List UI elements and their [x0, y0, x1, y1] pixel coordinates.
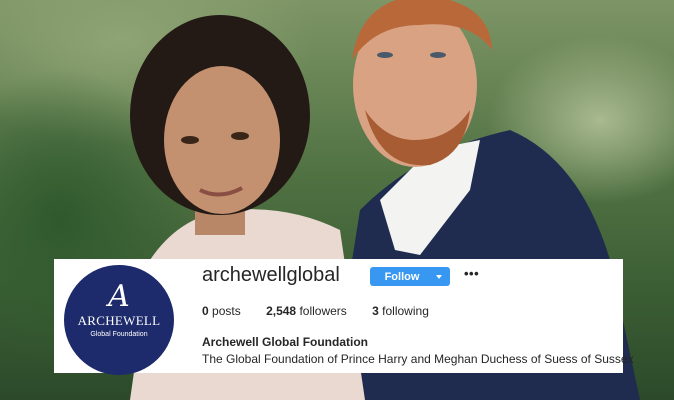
following-count: 3: [372, 304, 379, 318]
followers-count: 2,548: [266, 304, 297, 318]
profile-bio: The Global Foundation of Prince Harry an…: [202, 352, 634, 366]
profile-display-name: Archewell Global Foundation: [202, 335, 369, 349]
following-stat[interactable]: 3 following: [372, 304, 429, 318]
archewell-logo-subtitle: Global Foundation: [90, 331, 148, 338]
profile-username: archewellglobal: [202, 264, 340, 286]
archewell-logo-mark: A: [108, 279, 130, 314]
suggestions-dropdown-button[interactable]: [428, 267, 450, 286]
archewell-logo-name: ARCHEWELL: [77, 313, 161, 328]
more-options-icon[interactable]: •••: [464, 266, 479, 281]
following-label: following: [382, 304, 429, 318]
followers-stat[interactable]: 2,548 followers: [266, 304, 347, 318]
posts-count: 0: [202, 304, 209, 318]
follow-button[interactable]: Follow: [370, 267, 434, 286]
posts-stat[interactable]: 0 posts: [202, 304, 241, 318]
instagram-profile-card: A ARCHEWELL Global Foundation archewellg…: [54, 259, 634, 375]
posts-label: posts: [212, 304, 241, 318]
profile-avatar[interactable]: A ARCHEWELL Global Foundation: [64, 265, 174, 375]
profile-stats: 0 posts 2,548 followers 3 following: [202, 304, 451, 318]
followers-label: followers: [299, 304, 347, 318]
chevron-down-icon: [436, 274, 442, 279]
